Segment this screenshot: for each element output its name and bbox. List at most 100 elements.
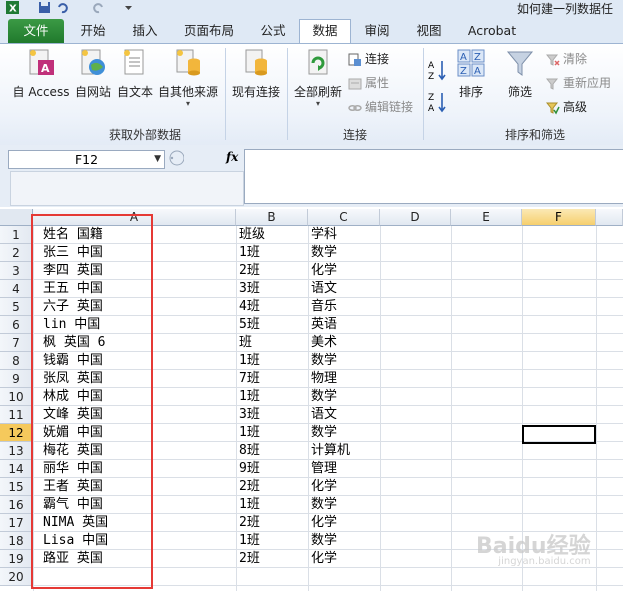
properties-button[interactable]: 属性 — [348, 74, 389, 92]
row-header[interactable]: 13 — [0, 442, 33, 460]
redo-icon[interactable] — [92, 1, 105, 14]
cell-b6[interactable]: 5班 — [236, 316, 260, 334]
from-text-button[interactable]: 自文本 — [115, 48, 155, 100]
existing-connections-button[interactable]: 现有连接 — [229, 48, 283, 100]
cell-c17[interactable]: 化学 — [308, 514, 337, 532]
cell-c19[interactable]: 化学 — [308, 550, 337, 568]
row-header[interactable]: 17 — [0, 514, 33, 532]
cell-c14[interactable]: 管理 — [308, 460, 337, 478]
cell-b8[interactable]: 1班 — [236, 352, 260, 370]
cell-c5[interactable]: 音乐 — [308, 298, 337, 316]
row-header[interactable]: 14 — [0, 460, 33, 478]
cell-b9[interactable]: 7班 — [236, 370, 260, 388]
cell-b3[interactable]: 2班 — [236, 262, 260, 280]
clear-filter-button[interactable]: 清除 — [546, 50, 587, 68]
cell-b16[interactable]: 1班 — [236, 496, 260, 514]
sort-button[interactable]: AZZA 排序 — [452, 48, 490, 100]
cell-b7[interactable]: 班 — [236, 334, 252, 352]
column-header-f[interactable]: F — [522, 209, 596, 226]
column-header-b[interactable]: B — [236, 209, 308, 226]
cell-b20[interactable] — [236, 568, 239, 586]
cell-b11[interactable]: 3班 — [236, 406, 260, 424]
formula-bar-resize-icon[interactable] — [168, 149, 184, 167]
cell-b18[interactable]: 1班 — [236, 532, 260, 550]
cell-c18[interactable]: 数学 — [308, 532, 337, 550]
row-header[interactable]: 15 — [0, 478, 33, 496]
row-header[interactable]: 18 — [0, 532, 33, 550]
cell-c11[interactable]: 语文 — [308, 406, 337, 424]
cell-b4[interactable]: 3班 — [236, 280, 260, 298]
tab-formulas[interactable]: 公式 — [250, 20, 296, 42]
cell-c6[interactable]: 英语 — [308, 316, 337, 334]
tab-insert[interactable]: 插入 — [122, 20, 168, 42]
tab-view[interactable]: 视图 — [406, 20, 452, 42]
row-header[interactable]: 10 — [0, 388, 33, 406]
cell-c9[interactable]: 物理 — [308, 370, 337, 388]
cell-b17[interactable]: 2班 — [236, 514, 260, 532]
select-all-corner[interactable] — [0, 209, 33, 226]
cell-b1[interactable]: 班级 — [236, 226, 265, 244]
name-box-dropdown-icon[interactable]: ▼ — [154, 151, 161, 168]
row-header[interactable]: 1 — [0, 226, 33, 244]
cell-b19[interactable]: 2班 — [236, 550, 260, 568]
tab-page-layout[interactable]: 页面布局 — [174, 20, 244, 42]
reapply-button[interactable]: 重新应用 — [546, 74, 611, 92]
column-header-g[interactable] — [596, 209, 623, 226]
row-header[interactable]: 9 — [0, 370, 33, 388]
excel-icon[interactable]: X — [6, 1, 19, 14]
cell-c15[interactable]: 化学 — [308, 478, 337, 496]
from-web-button[interactable]: 自网站 — [72, 48, 114, 100]
cell-b14[interactable]: 9班 — [236, 460, 260, 478]
column-header-d[interactable]: D — [380, 209, 451, 226]
tab-review[interactable]: 审阅 — [354, 20, 400, 42]
row-header[interactable]: 12 — [0, 424, 33, 442]
cell-b15[interactable]: 2班 — [236, 478, 260, 496]
insert-function-icon[interactable]: fx — [226, 150, 238, 164]
cell-c1[interactable]: 学科 — [308, 226, 337, 244]
name-box[interactable]: F12 ▼ — [8, 150, 165, 169]
refresh-all-button[interactable]: 全部刷新 ▾ — [291, 48, 345, 108]
row-header[interactable]: 16 — [0, 496, 33, 514]
connections-button[interactable]: 连接 — [348, 50, 389, 68]
column-header-c[interactable]: C — [308, 209, 380, 226]
active-cell-f12[interactable] — [522, 425, 596, 444]
row-header[interactable]: 4 — [0, 280, 33, 298]
customize-qat-icon[interactable] — [122, 1, 135, 14]
tab-acrobat[interactable]: Acrobat — [460, 20, 524, 42]
sort-ascending-button[interactable]: AZ — [428, 58, 448, 82]
tab-home[interactable]: 开始 — [70, 20, 116, 42]
cell-c12[interactable]: 数学 — [308, 424, 337, 442]
from-other-sources-button[interactable]: 自其他来源 ▾ — [156, 48, 220, 108]
cell-c2[interactable]: 数学 — [308, 244, 337, 262]
cell-c7[interactable]: 美术 — [308, 334, 337, 352]
cell-b5[interactable]: 4班 — [236, 298, 260, 316]
row-header[interactable]: 3 — [0, 262, 33, 280]
row-header[interactable]: 5 — [0, 298, 33, 316]
cell-c3[interactable]: 化学 — [308, 262, 337, 280]
row-header[interactable]: 19 — [0, 550, 33, 568]
cell-c13[interactable]: 计算机 — [308, 442, 350, 460]
tab-file[interactable]: 文件 — [8, 19, 64, 43]
cell-b2[interactable]: 1班 — [236, 244, 260, 262]
cell-b10[interactable]: 1班 — [236, 388, 260, 406]
tab-data[interactable]: 数据 — [299, 19, 351, 44]
column-header-e[interactable]: E — [451, 209, 522, 226]
row-header[interactable]: 2 — [0, 244, 33, 262]
cell-b13[interactable]: 8班 — [236, 442, 260, 460]
edit-links-button[interactable]: 编辑链接 — [348, 98, 413, 116]
advanced-filter-button[interactable]: 高级 — [546, 98, 587, 116]
save-icon[interactable] — [38, 1, 51, 14]
cell-c8[interactable]: 数学 — [308, 352, 337, 370]
cell-c16[interactable]: 数学 — [308, 496, 337, 514]
row-header[interactable]: 7 — [0, 334, 33, 352]
cell-b12[interactable]: 1班 — [236, 424, 260, 442]
row-header[interactable]: 11 — [0, 406, 33, 424]
row-header[interactable]: 20 — [0, 568, 33, 586]
cell-c4[interactable]: 语文 — [308, 280, 337, 298]
from-access-button[interactable]: A 自 Access — [12, 48, 70, 100]
filter-button[interactable]: 筛选 — [500, 48, 540, 100]
undo-icon[interactable] — [56, 1, 69, 14]
row-header[interactable]: 6 — [0, 316, 33, 334]
cell-c20[interactable] — [308, 568, 311, 586]
row-header[interactable]: 8 — [0, 352, 33, 370]
